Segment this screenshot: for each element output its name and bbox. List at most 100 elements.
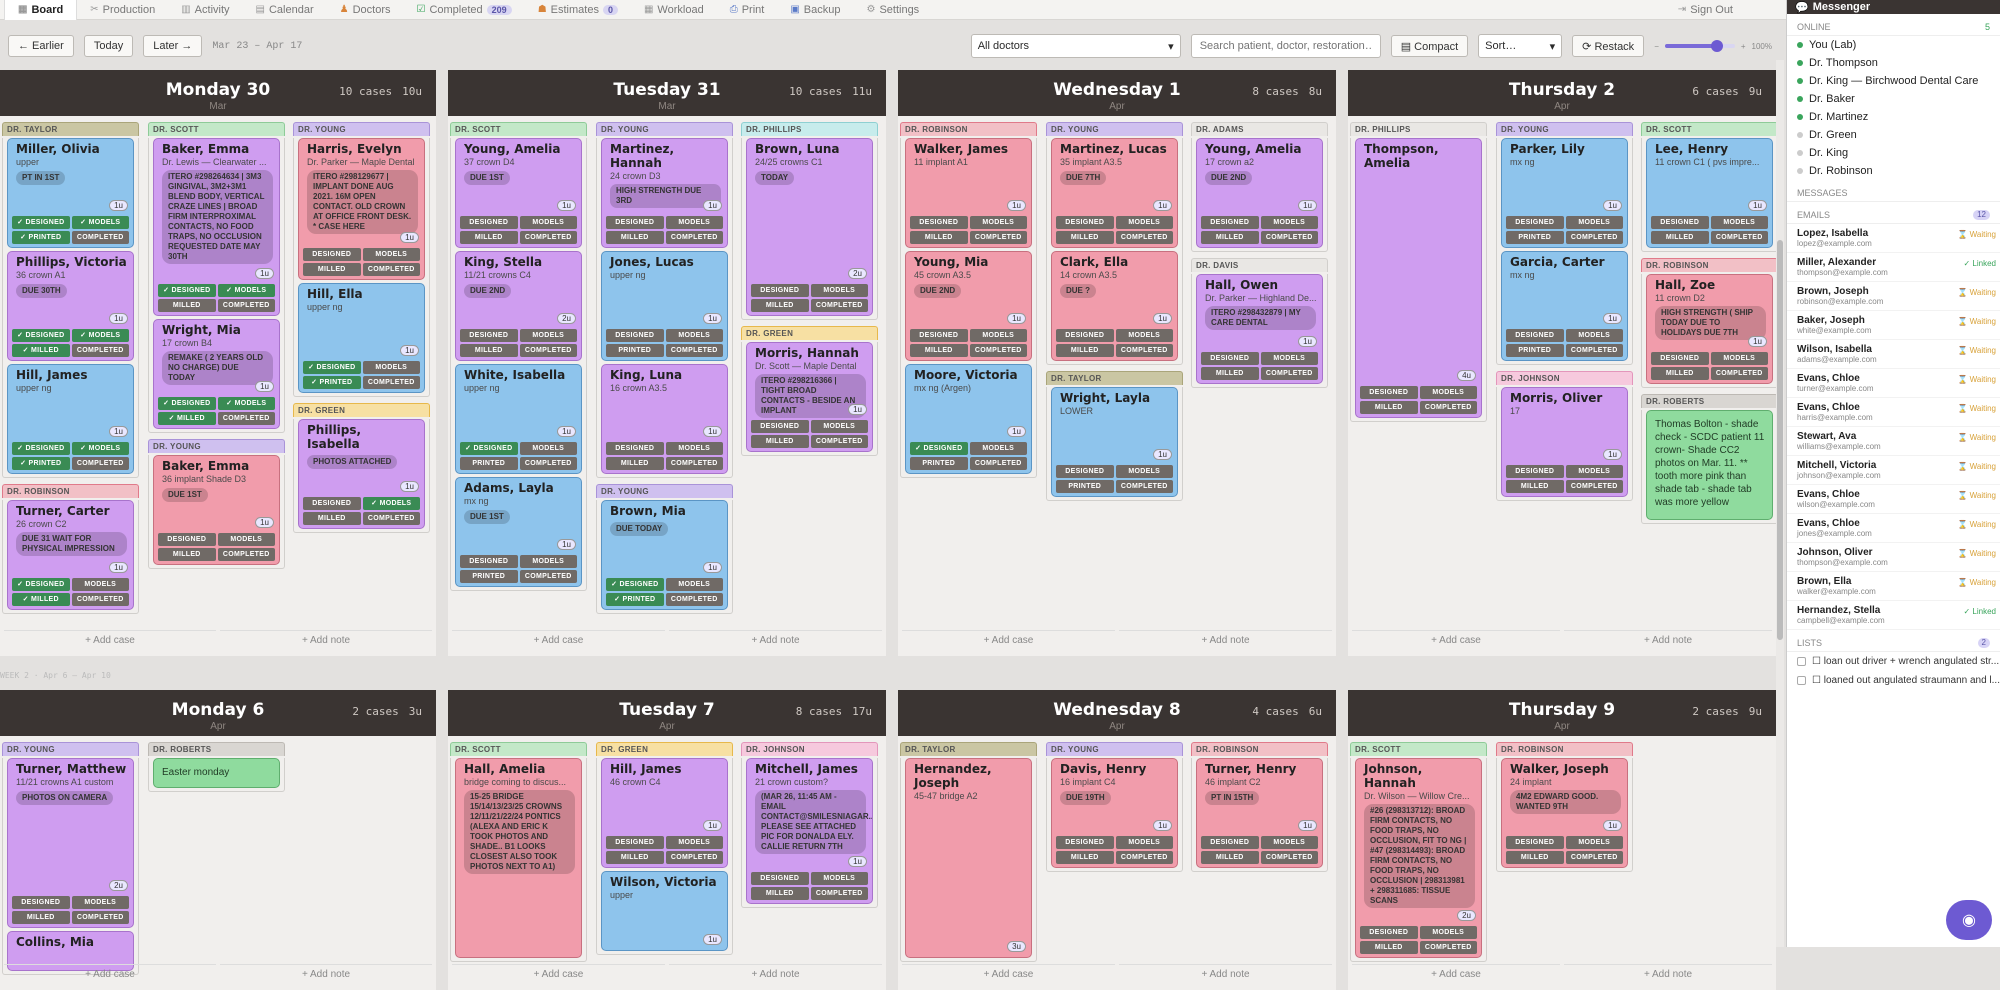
workflow-step[interactable]: MODELS bbox=[1260, 352, 1318, 365]
workflow-step[interactable]: DESIGNED bbox=[910, 216, 968, 229]
workflow-step[interactable]: MODELS bbox=[1565, 465, 1623, 478]
workflow-step[interactable]: COMPLETED bbox=[969, 344, 1027, 357]
workflow-step[interactable]: PRINTED bbox=[460, 457, 518, 470]
workflow-step[interactable]: MODELS bbox=[71, 578, 129, 591]
workflow-step[interactable]: DESIGNED bbox=[1506, 329, 1564, 342]
checkbox[interactable] bbox=[1797, 676, 1806, 685]
workflow-step[interactable]: MODELS bbox=[665, 216, 723, 229]
workflow-step[interactable]: COMPLETED bbox=[71, 911, 129, 924]
workflow-step[interactable]: DESIGNED bbox=[751, 420, 809, 433]
today-button[interactable]: Today bbox=[83, 35, 134, 57]
add-note-button[interactable]: + Add note bbox=[1564, 630, 1772, 650]
case-card[interactable]: Clark, Ella 14 crown A3.5 DUE ? 1u DESIGNED M… bbox=[1051, 251, 1178, 361]
workflow-step[interactable]: PRINTED bbox=[910, 457, 968, 470]
workflow-step[interactable]: MILLED bbox=[1056, 231, 1114, 244]
add-case-button[interactable]: + Add case bbox=[452, 964, 665, 984]
workflow-step[interactable]: COMPLETED bbox=[1565, 480, 1623, 493]
workflow-step[interactable]: DESIGNED bbox=[1651, 352, 1709, 365]
workflow-step[interactable]: MILLED bbox=[910, 344, 968, 357]
workflow-step[interactable]: DESIGNED bbox=[606, 216, 664, 229]
online-section-header[interactable]: ONLINE 5 bbox=[1787, 14, 2000, 36]
workflow-step[interactable]: PRINTED bbox=[1506, 231, 1564, 244]
workflow-step[interactable]: PRINTED bbox=[460, 570, 518, 583]
workflow-step[interactable]: COMPLETED bbox=[665, 231, 723, 244]
case-card[interactable]: Turner, Henry 46 implant C2 PT IN 15TH 1u DE… bbox=[1196, 758, 1323, 868]
workflow-step[interactable]: MILLED bbox=[12, 911, 70, 924]
case-card[interactable]: King, Luna 16 crown A3.5 1u DESIGNED MODELS M… bbox=[601, 364, 728, 474]
workflow-step[interactable]: MILLED bbox=[303, 263, 361, 276]
workflow-step[interactable]: MODELS bbox=[1565, 329, 1623, 342]
workflow-step[interactable]: DESIGNED bbox=[751, 872, 809, 885]
workflow-step[interactable]: COMPLETED bbox=[71, 231, 129, 244]
workflow-step[interactable]: MILLED bbox=[1506, 851, 1564, 864]
case-card[interactable]: Hall, Owen Dr. Parker — Highland De... ITE… bbox=[1196, 274, 1323, 384]
workflow-step[interactable]: DESIGNED bbox=[303, 248, 361, 261]
workflow-step[interactable]: DESIGNED bbox=[12, 896, 70, 909]
case-card[interactable]: Brown, Mia DUE TODAY 1u ✓ DESIGNED MODELS ✓ P… bbox=[601, 500, 728, 610]
email-item[interactable]: Wilson, Isabella adams@example.com ⌛ Waiti… bbox=[1787, 340, 2000, 369]
case-card[interactable]: Miller, Olivia upper PT IN 1ST 1u ✓ DESIGNED… bbox=[7, 138, 134, 248]
workflow-step[interactable]: MILLED bbox=[1201, 231, 1259, 244]
workflow-step[interactable]: MILLED bbox=[751, 435, 809, 448]
workflow-step[interactable]: ✓ DESIGNED bbox=[303, 361, 361, 374]
workflow-step[interactable]: MILLED bbox=[460, 344, 518, 357]
workflow-step[interactable]: COMPLETED bbox=[71, 344, 129, 357]
workflow-step[interactable]: MILLED bbox=[606, 457, 664, 470]
nav-item-production[interactable]: ✂ Production bbox=[77, 0, 168, 20]
workflow-step[interactable]: MODELS bbox=[1710, 216, 1768, 229]
workflow-step[interactable]: DESIGNED bbox=[1056, 465, 1114, 478]
workflow-step[interactable]: DESIGNED bbox=[1360, 926, 1418, 939]
email-item[interactable]: Brown, Joseph robinson@example.com ⌛ Waiti… bbox=[1787, 282, 2000, 311]
workflow-step[interactable]: COMPLETED bbox=[665, 457, 723, 470]
workflow-step[interactable]: COMPLETED bbox=[1565, 231, 1623, 244]
workflow-step[interactable]: MODELS bbox=[969, 329, 1027, 342]
workflow-step[interactable]: COMPLETED bbox=[519, 570, 577, 583]
case-card[interactable]: Moore, Victoria mx ng (Argen) 1u ✓ DESIGNED… bbox=[905, 364, 1032, 474]
online-user[interactable]: Dr. King — Birchwood Dental Care bbox=[1787, 72, 2000, 90]
workflow-step[interactable]: MODELS bbox=[1419, 386, 1477, 399]
workflow-step[interactable]: MILLED bbox=[606, 231, 664, 244]
workflow-step[interactable]: COMPLETED bbox=[519, 231, 577, 244]
workflow-step[interactable]: MILLED bbox=[1056, 851, 1114, 864]
case-card[interactable]: Parker, Lily mx ng 1u DESIGNED MODELS PRINTED… bbox=[1501, 138, 1628, 248]
workflow-step[interactable]: COMPLETED bbox=[217, 412, 275, 425]
workflow-step[interactable]: DESIGNED bbox=[1201, 836, 1259, 849]
workflow-step[interactable]: DESIGNED bbox=[158, 533, 216, 546]
search-input[interactable] bbox=[1190, 34, 1381, 58]
workflow-step[interactable]: MODELS bbox=[362, 248, 420, 261]
workflow-step[interactable]: COMPLETED bbox=[1419, 401, 1477, 414]
scrollbar-thumb[interactable] bbox=[1777, 240, 1783, 640]
workflow-step[interactable]: MODELS bbox=[1419, 926, 1477, 939]
nav-item-workload[interactable]: ▦ Workload bbox=[631, 0, 717, 20]
workflow-step[interactable]: MILLED bbox=[1056, 344, 1114, 357]
workflow-step[interactable]: COMPLETED bbox=[969, 457, 1027, 470]
add-case-button[interactable]: + Add case bbox=[1352, 964, 1560, 984]
nav-item-doctors[interactable]: ♟ Doctors bbox=[327, 0, 404, 20]
add-note-button[interactable]: + Add note bbox=[1119, 964, 1332, 984]
workflow-step[interactable]: MODELS bbox=[1260, 216, 1318, 229]
case-card[interactable]: Lee, Henry 11 crown C1 ( pvs impre... 1u DE… bbox=[1646, 138, 1773, 248]
workflow-step[interactable]: MODELS bbox=[665, 329, 723, 342]
nav-item-calendar[interactable]: ▤ Calendar bbox=[243, 0, 327, 20]
workflow-step[interactable]: MILLED bbox=[1201, 851, 1259, 864]
case-card[interactable]: Turner, Carter 26 crown C2 DUE 31 WAIT FOR… bbox=[7, 500, 134, 610]
case-card[interactable]: Easter monday bbox=[153, 758, 280, 788]
workflow-step[interactable]: COMPLETED bbox=[1260, 851, 1318, 864]
workflow-step[interactable]: COMPLETED bbox=[810, 435, 868, 448]
email-item[interactable]: Brown, Ella walker@example.com ⌛ Waiting bbox=[1787, 572, 2000, 601]
workflow-step[interactable]: COMPLETED bbox=[1260, 367, 1318, 380]
workflow-step[interactable]: MODELS bbox=[519, 329, 577, 342]
case-card[interactable]: Thompson, Amelia 4u DESIGNED MODELS MILLED CO… bbox=[1355, 138, 1482, 418]
workflow-step[interactable]: ✓ DESIGNED bbox=[606, 578, 664, 591]
workflow-step[interactable]: DESIGNED bbox=[606, 329, 664, 342]
case-card[interactable]: White, Isabella upper ng 1u ✓ DESIGNED MODEL… bbox=[455, 364, 582, 474]
workflow-step[interactable]: MODELS bbox=[519, 216, 577, 229]
workflow-step[interactable]: MODELS bbox=[969, 216, 1027, 229]
case-card[interactable]: Hill, Ella upper ng 1u ✓ DESIGNED MODELS ✓ PR… bbox=[298, 283, 425, 393]
workflow-step[interactable]: COMPLETED bbox=[969, 231, 1027, 244]
earlier-button[interactable]: ← Earlier bbox=[8, 35, 74, 57]
workflow-step[interactable]: DESIGNED bbox=[1056, 836, 1114, 849]
workflow-step[interactable]: DESIGNED bbox=[606, 442, 664, 455]
add-note-button[interactable]: + Add note bbox=[669, 630, 882, 650]
workflow-step[interactable]: COMPLETED bbox=[217, 299, 275, 312]
